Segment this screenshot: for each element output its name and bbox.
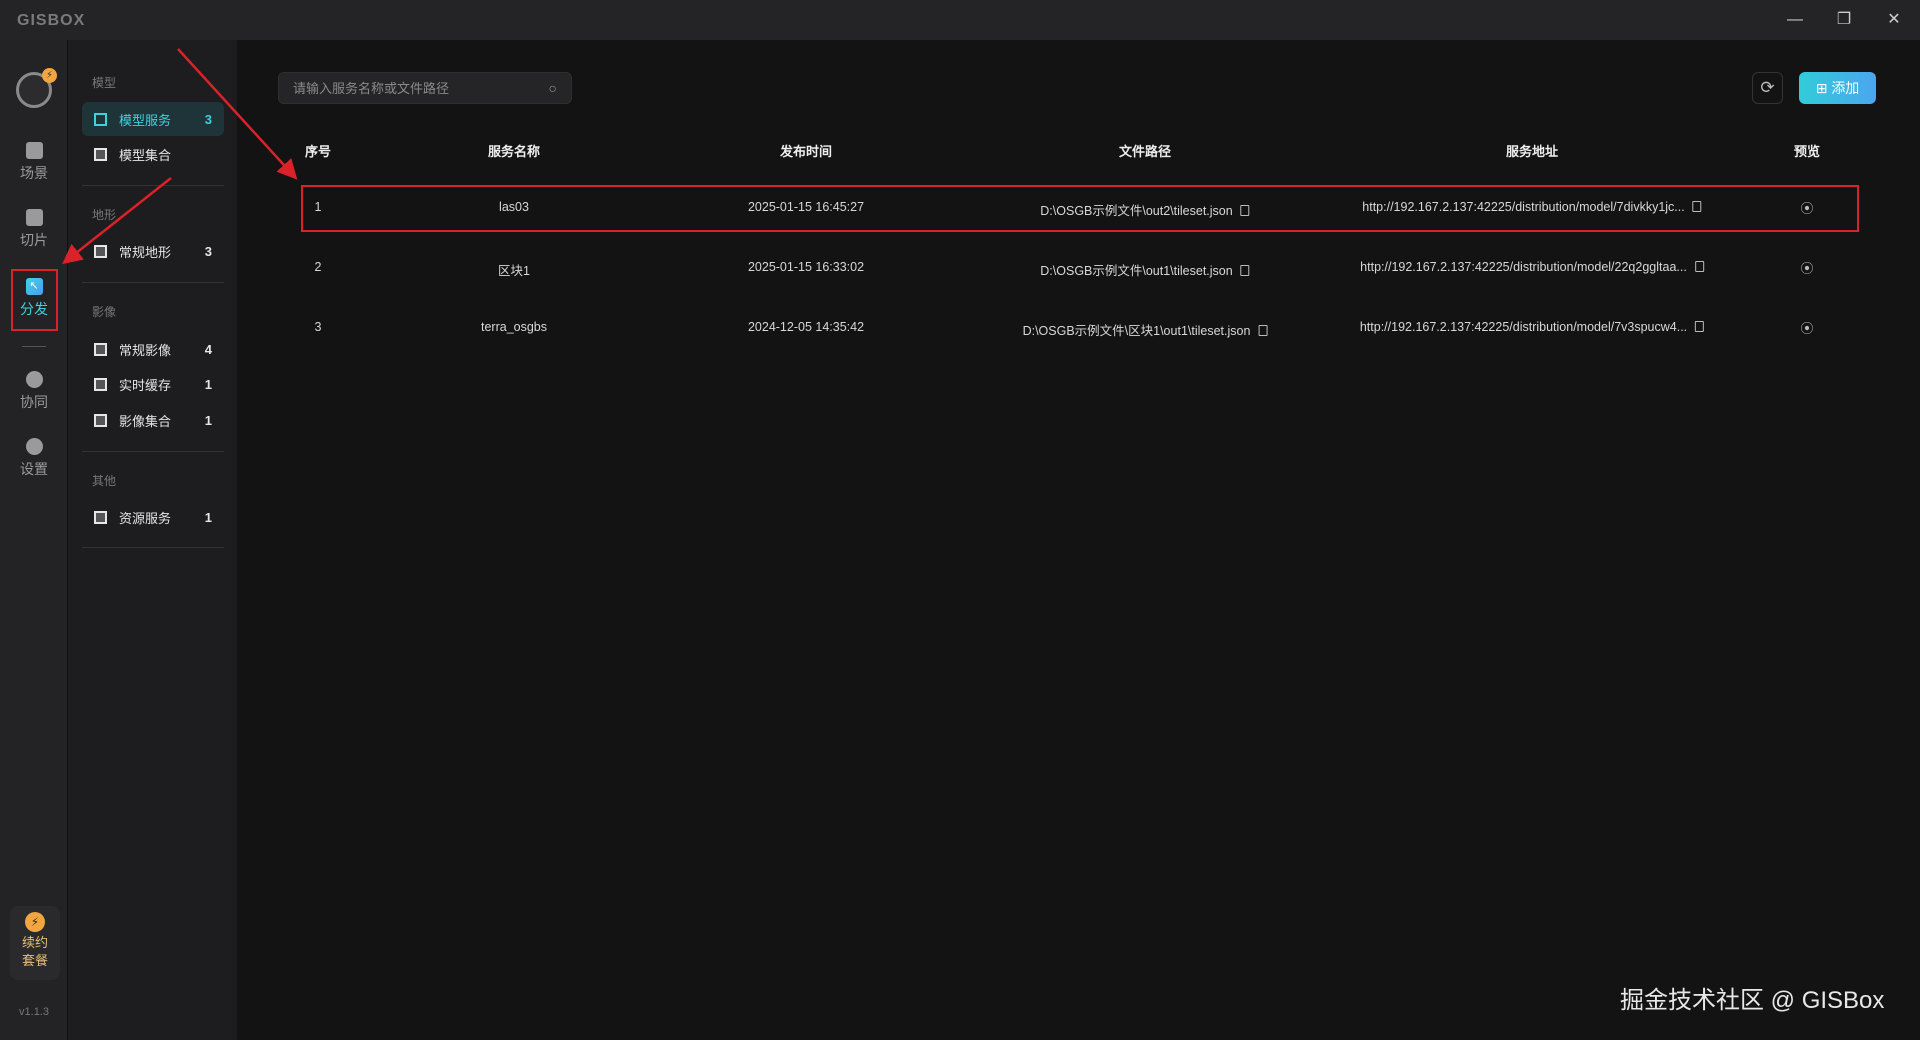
sidebar-item-terrain[interactable]: 常规地形 3: [82, 234, 224, 268]
group-title: 地形: [92, 208, 117, 222]
sidebar-item-model-service[interactable]: 模型服务 3: [82, 102, 224, 136]
file-path-text: D:\OSGB示例文件\out1\tileset.json: [1040, 264, 1233, 278]
renew-label: 套餐: [21, 953, 48, 968]
search-box[interactable]: ○: [278, 72, 572, 104]
copy-icon[interactable]: [1258, 325, 1268, 336]
divider: [82, 547, 224, 548]
sidebar-item-imagery-collection[interactable]: 影像集合 1: [82, 403, 224, 437]
add-icon: ⊞: [1815, 80, 1832, 96]
service-url-text: http://192.167.2.137:42225/distribution/…: [1360, 260, 1687, 274]
item-count: 1: [204, 412, 212, 428]
group-title: 影像: [92, 305, 117, 319]
sidebar-item-model-collection[interactable]: 模型集合: [82, 137, 224, 171]
gear-icon: [25, 438, 43, 455]
category-sidebar: 模型 模型服务 3 模型集合 地形 常规地形 3 影像 常规影像 4 实时缓存 1 影像…: [68, 40, 237, 1040]
rail-label: 设置: [20, 461, 48, 477]
refresh-button[interactable]: ⟳: [1752, 72, 1783, 104]
rail-divider: [22, 346, 46, 347]
publish-time: 2025-01-15 16:33:02: [747, 260, 865, 274]
model-icon: [94, 112, 107, 126]
item-label: 实时缓存: [119, 377, 172, 393]
rail-item-collab[interactable]: 协同: [0, 371, 68, 412]
watermark: 掘金技术社区 @ GISBox: [1620, 987, 1885, 1014]
icon-rail: [0, 40, 68, 1040]
divider: [82, 185, 224, 186]
item-label: 模型集合: [119, 147, 172, 163]
highlight-annotation-row: [301, 185, 1859, 232]
sidebar-item-resource-service[interactable]: 资源服务 1: [82, 500, 224, 534]
rail-label: 场景: [20, 165, 48, 181]
rail-item-tile[interactable]: 切片: [0, 209, 68, 250]
column-header: 服务地址: [1505, 144, 1559, 159]
item-label: 模型服务: [119, 112, 172, 128]
row-number: 2: [314, 260, 322, 274]
add-label: 添加: [1831, 80, 1860, 96]
item-count: 3: [204, 111, 212, 127]
service-name: 区块1: [498, 264, 530, 278]
home-icon: [25, 142, 43, 159]
item-count: 1: [204, 509, 212, 525]
app-logo: GISBOX: [17, 12, 86, 29]
column-header: 文件路径: [1118, 144, 1172, 159]
group-title: 其他: [92, 474, 117, 488]
highlight-annotation-rail: [11, 269, 58, 331]
image-stack-icon: [94, 413, 107, 427]
preview-icon[interactable]: ⦿: [1800, 318, 1813, 337]
sidebar-item-realtime-cache[interactable]: 实时缓存 1: [82, 367, 224, 401]
copy-icon[interactable]: [1694, 261, 1704, 272]
terrain-icon: [94, 244, 107, 258]
item-count: 3: [204, 243, 212, 259]
service-name: terra_osgbs: [480, 320, 548, 334]
copy-icon[interactable]: [1240, 265, 1250, 276]
renew-plan-button[interactable]: ⚡ 续约套餐: [10, 906, 60, 980]
file-check-icon: [25, 209, 43, 226]
service-url: http://192.167.2.137:42225/distribution/…: [1360, 260, 1704, 274]
resource-icon: [94, 510, 107, 524]
column-header: 发布时间: [779, 144, 833, 159]
item-label: 常规影像: [119, 342, 172, 358]
item-count: 4: [204, 341, 212, 357]
sidebar-item-imagery[interactable]: 常规影像 4: [82, 332, 224, 366]
divider: [82, 451, 224, 452]
search-input[interactable]: [293, 80, 549, 96]
rail-item-settings[interactable]: 设置: [0, 438, 68, 479]
search-icon[interactable]: ○: [549, 80, 557, 96]
close-button[interactable]: ✕: [1879, 8, 1909, 32]
service-url-text: http://192.167.2.137:42225/distribution/…: [1359, 320, 1688, 334]
lock-icon: [25, 371, 43, 388]
lightning-badge-icon: ⚡: [42, 68, 57, 83]
file-path: D:\OSGB示例文件\区块1\out1\tileset.json: [1023, 320, 1268, 339]
lightning-icon: ⚡: [25, 912, 45, 932]
file-path-text: D:\OSGB示例文件\区块1\out1\tileset.json: [1022, 324, 1251, 338]
rail-label: 协同: [20, 394, 48, 410]
image-clock-icon: [94, 377, 107, 391]
renew-label: 续约: [21, 935, 48, 950]
model-icon: [94, 147, 107, 161]
item-label: 影像集合: [119, 413, 172, 429]
service-url: http://192.167.2.137:42225/distribution/…: [1359, 320, 1705, 334]
annotation-arrows: [62, 48, 298, 265]
add-button[interactable]: ⊞ 添加: [1799, 72, 1876, 104]
publish-time: 2024-12-05 14:35:42: [747, 320, 865, 334]
column-header: 服务名称: [487, 144, 541, 159]
row-number: 3: [314, 320, 322, 334]
preview-icon[interactable]: ⦿: [1800, 258, 1813, 277]
group-title: 模型: [92, 76, 117, 90]
column-header: 预览: [1793, 144, 1821, 159]
divider: [82, 282, 224, 283]
item-count: 1: [204, 376, 212, 392]
column-header: 序号: [304, 144, 332, 159]
item-label: 常规地形: [119, 244, 172, 260]
item-label: 资源服务: [119, 510, 172, 526]
version-label: v1.1.3: [19, 1006, 49, 1018]
rail-item-scene[interactable]: 场景: [0, 142, 68, 183]
minimize-button[interactable]: —: [1780, 8, 1810, 32]
title-bar: GISBOX — ❐ ✕: [0, 0, 1920, 40]
restore-button[interactable]: ❐: [1829, 8, 1859, 32]
image-icon: [94, 342, 107, 356]
copy-icon[interactable]: [1695, 321, 1705, 332]
file-path: D:\OSGB示例文件\out1\tileset.json: [1040, 260, 1250, 279]
rail-label: 切片: [20, 232, 48, 248]
